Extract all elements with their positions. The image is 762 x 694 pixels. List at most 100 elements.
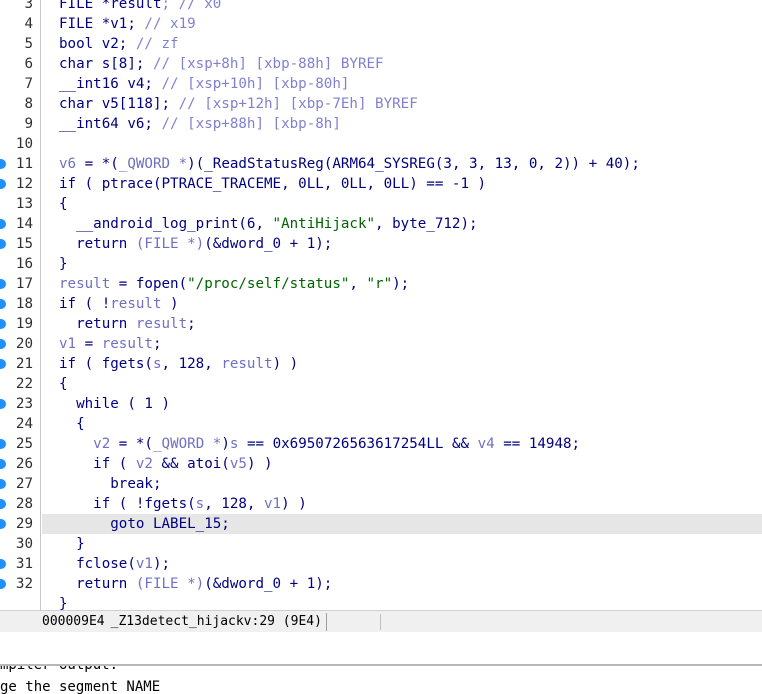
code-text[interactable]: if ( fgets(s, 128, result) ) — [42, 354, 762, 374]
code-line[interactable]: 18 if ( !result ) — [0, 294, 762, 314]
code-token: (&dword_0 + 1); — [204, 236, 333, 252]
code-line[interactable]: 24 { — [0, 414, 762, 434]
code-line[interactable]: 28 if ( !fgets(s, 128, v1) ) — [0, 494, 762, 514]
code-token: v5 — [229, 456, 247, 472]
code-text[interactable]: result = fopen("/proc/self/status", "r")… — [42, 274, 762, 294]
code-line[interactable]: 3 FILE *result; // x0 — [0, 0, 762, 14]
code-text[interactable]: char s[8]; // [xsp+8h] [xbp-88h] BYREF — [42, 54, 762, 74]
line-number: 12 — [15, 176, 33, 192]
code-text[interactable]: FILE *result; // x0 — [42, 0, 762, 14]
code-text[interactable]: FILE *v1; // x19 — [42, 14, 762, 34]
code-text[interactable]: } — [42, 534, 762, 554]
line-number: 7 — [24, 76, 33, 92]
code-token: // [xsp+12h] [xbp-7Eh] BYREF — [178, 96, 418, 112]
code-text[interactable]: return (FILE *)(&dword_0 + 1); — [42, 574, 762, 594]
code-line[interactable]: 9 __int64 v6; // [xsp+88h] [xbp-8h] — [0, 114, 762, 134]
code-text[interactable]: __android_log_print(6, "AntiHijack", byt… — [42, 214, 762, 234]
line-number: 4 — [24, 16, 33, 32]
code-line[interactable]: 27 break; — [0, 474, 762, 494]
code-token: if ( — [59, 456, 136, 472]
code-text[interactable]: __int16 v4; // [xsp+10h] [xbp-80h] — [42, 74, 762, 94]
code-text[interactable]: return result; — [42, 314, 762, 334]
code-line[interactable]: 4 FILE *v1; // x19 — [0, 14, 762, 34]
code-line[interactable]: 16} — [0, 254, 762, 274]
code-line[interactable]: 14 __android_log_print(6, "AntiHijack", … — [0, 214, 762, 234]
code-line[interactable]: 8 char v5[118]; // [xsp+12h] [xbp-7Eh] BY… — [0, 94, 762, 114]
code-line[interactable]: 30 } — [0, 534, 762, 554]
code-text[interactable]: if ( v2 && atoi(v5) ) — [42, 454, 762, 474]
code-text[interactable]: if ( ptrace(PTRACE_TRACEME, 0LL, 0LL, 0L… — [42, 174, 762, 194]
code-line[interactable]: 19 return result; — [0, 314, 762, 334]
code-text[interactable]: break; — [42, 474, 762, 494]
code-line[interactable]: 6 char s[8]; // [xsp+8h] [xbp-88h] BYREF — [0, 54, 762, 74]
code-token: (FILE *) — [135, 576, 205, 592]
code-text[interactable]: fclose(v1); — [42, 554, 762, 574]
line-number: 21 — [15, 356, 33, 372]
code-token: && atoi( — [152, 456, 230, 472]
code-text[interactable]: if ( !fgets(s, 128, v1) ) — [42, 494, 762, 514]
line-number: 31 — [15, 556, 33, 572]
line-number: 16 — [15, 256, 33, 272]
code-line[interactable]: 25 v2 = *(_QWORD *)s == 0x69507265636172… — [0, 434, 762, 454]
line-number: 9 — [24, 116, 33, 132]
line-number: 5 — [24, 36, 33, 52]
code-token: FILE *v1; — [59, 16, 145, 32]
code-line[interactable]: 5 bool v2; // zf — [0, 34, 762, 54]
code-text[interactable]: { — [42, 194, 762, 214]
code-line[interactable]: 26 if ( v2 && atoi(v5) ) — [0, 454, 762, 474]
code-token: ) ) — [281, 496, 307, 512]
code-text[interactable]: { — [42, 374, 762, 394]
code-text[interactable]: return (FILE *)(&dword_0 + 1); — [42, 234, 762, 254]
code-token: , — [349, 276, 367, 292]
pseudocode-view[interactable]: 3 FILE *result; // x0 4 FILE *v1; // x19 5 bo… — [0, 0, 762, 610]
line-number: 10 — [15, 136, 33, 152]
current-location: 000009E4 _Z13detect_hijackv:29 (9E4) — [40, 613, 327, 631]
code-line[interactable]: 17 result = fopen("/proc/self/status", "r… — [0, 274, 762, 294]
code-text[interactable]: char v5[118]; // [xsp+12h] [xbp-7Eh] BYR… — [42, 94, 762, 114]
code-text[interactable]: v1 = result; — [42, 334, 762, 354]
line-number: 22 — [15, 376, 33, 392]
code-text[interactable]: } — [42, 254, 762, 274]
code-text[interactable]: __int64 v6; // [xsp+88h] [xbp-8h] — [42, 114, 762, 134]
code-line[interactable]: 22 { — [0, 374, 762, 394]
code-token: result — [110, 296, 162, 312]
code-line[interactable]: 15 return (FILE *)(&dword_0 + 1); — [0, 234, 762, 254]
code-line[interactable]: 21 if ( fgets(s, 128, result) ) — [0, 354, 762, 374]
line-number: 6 — [24, 56, 33, 72]
code-text[interactable]: bool v2; // zf — [42, 34, 762, 54]
code-token: , 128, — [161, 356, 222, 372]
line-number: 27 — [15, 476, 33, 492]
code-token: "r" — [366, 276, 393, 292]
code-text[interactable]: if ( !result ) — [42, 294, 762, 314]
code-token: )(_ReadStatusReg(ARM64_SYSREG(3, 3, 13, … — [187, 156, 640, 172]
code-token: { — [59, 376, 68, 392]
code-text[interactable] — [42, 134, 762, 154]
line-number: 24 — [15, 416, 33, 432]
code-text[interactable]: v6 = *(_QWORD *)(_ReadStatusReg(ARM64_SY… — [42, 154, 762, 174]
code-line[interactable]: 12 if ( ptrace(PTRACE_TRACEME, 0LL, 0LL, … — [0, 174, 762, 194]
code-line[interactable]: 23 while ( 1 ) — [0, 394, 762, 414]
line-number: 19 — [15, 316, 33, 332]
code-text[interactable]: v2 = *(_QWORD *)s == 0x6950726563617254L… — [42, 434, 762, 454]
code-line[interactable]: 7 __int16 v4; // [xsp+10h] [xbp-80h] — [0, 74, 762, 94]
code-token: ) ) — [246, 456, 273, 472]
code-text[interactable]: { — [42, 414, 762, 434]
code-line[interactable]: 10 — [0, 134, 762, 154]
code-token: == 0x6950726563617254LL && — [238, 436, 478, 452]
code-line[interactable]: 13 { — [0, 194, 762, 214]
code-line[interactable]: 31 fclose(v1); — [0, 554, 762, 574]
code-line[interactable]: 32 return (FILE *)(&dword_0 + 1); — [0, 574, 762, 594]
code-token: // [xsp+8h] [xbp-88h] BYREF — [152, 56, 384, 72]
code-token: FILE * — [59, 0, 111, 12]
code-text[interactable]: while ( 1 ) — [42, 394, 762, 414]
code-line[interactable]: } — [0, 594, 762, 610]
code-text[interactable]: } — [42, 594, 762, 610]
code-token: v1 — [59, 336, 77, 352]
code-token: , byte_712); — [375, 216, 478, 232]
code-token: result — [221, 356, 273, 372]
code-line[interactable]: 29 goto LABEL_15; — [0, 514, 762, 534]
code-text[interactable]: goto LABEL_15; — [42, 514, 762, 534]
code-line[interactable]: 11 v6 = *(_QWORD *)(_ReadStatusReg(ARM64_… — [0, 154, 762, 174]
horizontal-scroll-area[interactable] — [0, 632, 762, 664]
code-line[interactable]: 20 v1 = result; — [0, 334, 762, 354]
